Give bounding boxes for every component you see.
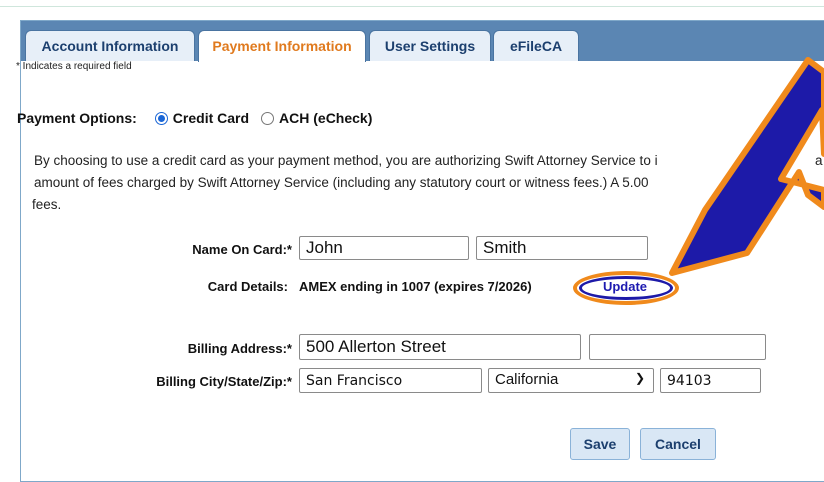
arrow-pointer-icon [669,57,824,276]
